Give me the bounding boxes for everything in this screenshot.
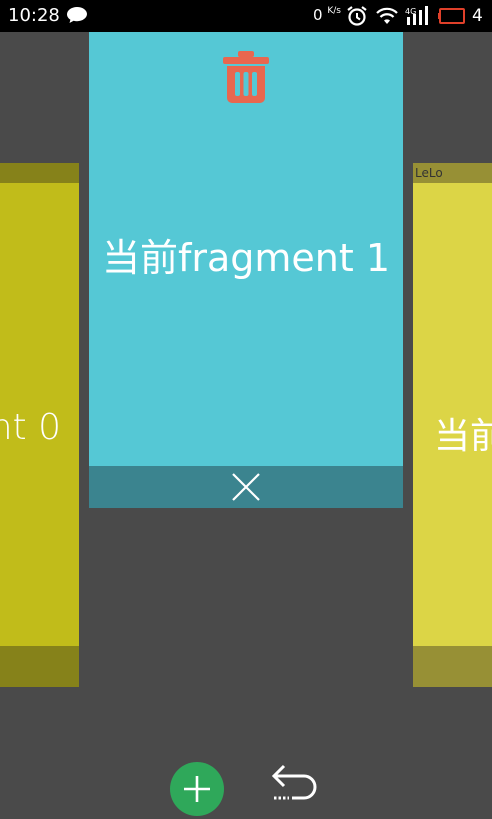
wifi-icon — [376, 7, 398, 24]
plus-icon — [184, 776, 210, 802]
add-fragment-button[interactable] — [170, 762, 224, 816]
battery-icon — [438, 8, 465, 24]
card-footer-bar — [413, 646, 492, 687]
card-header-bar: LeLo — [413, 163, 492, 183]
trash-icon[interactable] — [221, 50, 271, 104]
card-label: nt 0 — [0, 407, 61, 448]
card-footer-bar — [0, 646, 79, 687]
fragment-card-2[interactable]: LeLo 当前 — [413, 163, 492, 687]
alarm-icon — [347, 6, 367, 26]
message-icon — [67, 7, 87, 23]
back-arrow-icon[interactable] — [268, 764, 320, 806]
fragment-card-1[interactable]: 当前fragment 1 — [89, 32, 403, 508]
close-bar[interactable] — [89, 466, 403, 508]
status-bar: 10:28 0 K/s 4G 4 — [0, 0, 492, 32]
battery-level: 4 — [472, 6, 483, 26]
card-label: 当前 — [434, 416, 492, 457]
card-label: 当前fragment 1 — [101, 236, 391, 280]
close-icon[interactable] — [230, 471, 262, 503]
app-name: LeLo — [415, 166, 443, 180]
status-time: 10:28 — [8, 5, 60, 26]
network-speed: 0 K/s — [313, 6, 341, 24]
signal-icon: 4G — [405, 6, 428, 25]
fragment-card-0[interactable]: nt 0 — [0, 163, 79, 687]
card-header-bar — [0, 163, 79, 183]
